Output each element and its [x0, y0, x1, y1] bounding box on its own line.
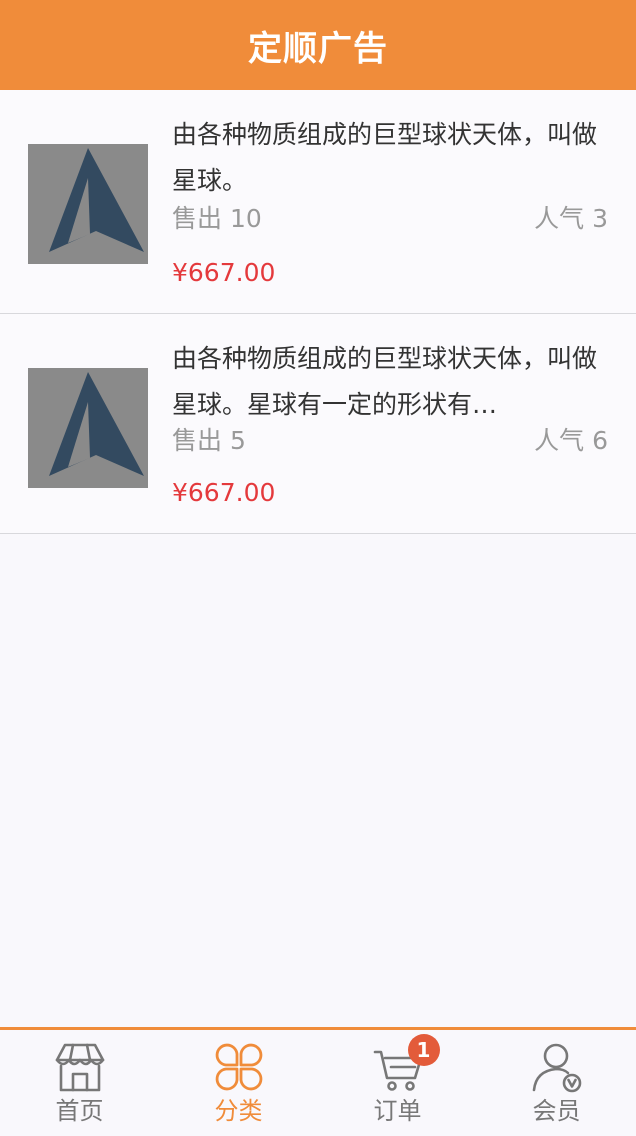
member-icon: [532, 1043, 581, 1093]
product-list: 由各种物质组成的巨型球状天体，叫做星球。 售出 10 人气 3 ¥667.00 …: [0, 90, 636, 534]
tab-orders-label: 订单: [373, 1097, 422, 1125]
product-thumbnail: [28, 368, 148, 488]
product-popularity: 人气 6: [534, 426, 608, 455]
product-price: ¥667.00: [172, 478, 276, 507]
tab-home-label: 首页: [55, 1097, 104, 1125]
placeholder-image-icon: [49, 372, 144, 476]
product-thumbnail: [28, 144, 148, 264]
product-price: ¥667.00: [172, 258, 276, 287]
product-sold-count: 售出 5: [172, 426, 246, 455]
category-grid-icon: [215, 1043, 262, 1091]
product-item[interactable]: 由各种物质组成的巨型球状天体，叫做星球。 售出 10 人气 3 ¥667.00: [0, 90, 636, 314]
product-item[interactable]: 由各种物质组成的巨型球状天体，叫做星球。星球有一定的形状有… 售出 5 人气 6…: [0, 314, 636, 534]
product-popularity: 人气 3: [534, 204, 608, 233]
product-title: 由各种物质组成的巨型球状天体，叫做星球。: [172, 120, 598, 195]
product-sold-count: 售出 10: [172, 204, 262, 233]
tab-member-label: 会员: [532, 1097, 581, 1125]
placeholder-image-icon: [49, 148, 144, 252]
header-bar: 定顺广告: [0, 0, 636, 90]
page-title: 定顺广告: [248, 28, 388, 69]
tab-home[interactable]: 首页: [0, 1030, 159, 1136]
bottom-tab-bar: 首页 分类 1 订单 会员: [0, 1027, 636, 1136]
tab-category-label: 分类: [214, 1097, 263, 1125]
tab-category[interactable]: 分类: [159, 1030, 318, 1136]
order-count-badge: 1: [407, 1034, 440, 1066]
storefront-icon: [55, 1043, 104, 1092]
product-title: 由各种物质组成的巨型球状天体，叫做星球。星球有一定的形状有…: [172, 344, 598, 419]
tab-member[interactable]: 会员: [477, 1030, 636, 1136]
tab-orders[interactable]: 1 订单: [318, 1030, 477, 1136]
